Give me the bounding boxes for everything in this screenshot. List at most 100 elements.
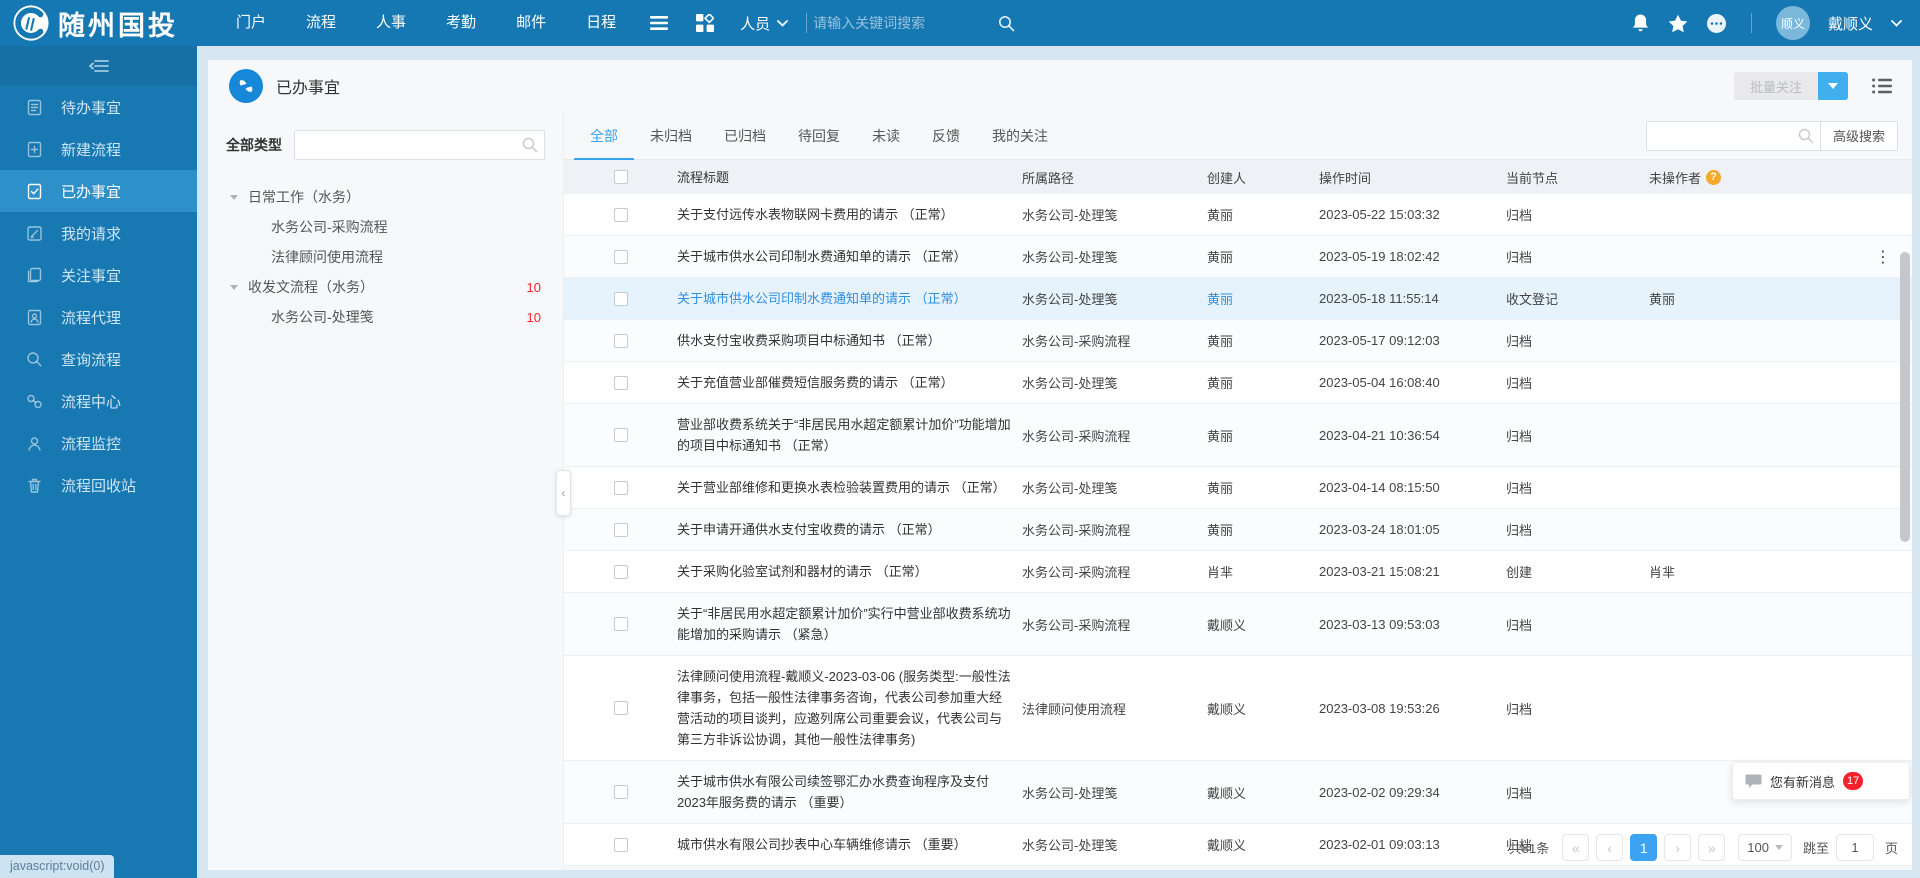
navbar-menu-item-6[interactable]: 日程 — [566, 0, 636, 46]
column-header-node[interactable]: 当前节点 — [1496, 168, 1639, 187]
panel-collapse-handle[interactable]: ‹ — [556, 470, 571, 516]
sidebar-item-流程监控[interactable]: 流程监控 — [0, 422, 197, 464]
cell-flow-title[interactable]: 法律顾问使用流程-戴顺义-2023-03-06 (服务类型:一般性法律事务，包括… — [677, 656, 1012, 760]
row-checkbox[interactable] — [614, 334, 628, 348]
user-avatar[interactable]: 顺义 — [1776, 6, 1810, 40]
notification-bell-icon[interactable] — [1631, 13, 1650, 33]
table-row[interactable]: 关于支付远传水表物联网卡费用的请示 （正常） 水务公司-处理笺 黄丽 2023-… — [564, 194, 1912, 236]
favorites-star-icon[interactable] — [1668, 14, 1688, 33]
sidebar-item-流程回收站[interactable]: 流程回收站 — [0, 464, 197, 506]
cell-creator[interactable]: 黄丽 — [1197, 426, 1309, 445]
status-tab-全部[interactable]: 全部 — [574, 112, 634, 160]
scrollbar-thumb[interactable] — [1900, 252, 1910, 542]
status-tab-我的关注[interactable]: 我的关注 — [976, 112, 1064, 160]
row-checkbox[interactable] — [614, 250, 628, 264]
cell-creator[interactable]: 黄丽 — [1197, 205, 1309, 224]
sidebar-item-待办事宜[interactable]: 待办事宜 — [0, 86, 197, 128]
list-view-icon[interactable] — [1872, 78, 1892, 94]
next-page-button[interactable]: › — [1664, 834, 1691, 861]
first-page-button[interactable]: « — [1562, 834, 1589, 861]
row-checkbox[interactable] — [614, 838, 628, 852]
table-row[interactable]: 关于营业部维修和更换水表检验装置费用的请示 （正常） 水务公司-处理笺 黄丽 2… — [564, 467, 1912, 509]
status-tab-已归档[interactable]: 已归档 — [708, 112, 782, 160]
help-question-icon[interactable]: ? — [1706, 170, 1721, 185]
cell-flow-title[interactable]: 关于采购化验室试剂和器材的请示 （正常） — [677, 551, 1012, 592]
column-header-title[interactable]: 流程标题 — [677, 167, 1012, 188]
tree-item[interactable]: 水务公司-采购流程 — [226, 212, 545, 242]
sidebar-item-流程中心[interactable]: 流程中心 — [0, 380, 197, 422]
row-checkbox[interactable] — [614, 523, 628, 537]
page-size-select[interactable]: 100 — [1738, 834, 1792, 861]
cell-flow-title[interactable]: 关于城市供水公司印制水费通知单的请示 （正常） — [677, 278, 1012, 319]
row-more-actions-icon[interactable]: ⋮ — [1875, 249, 1891, 266]
cell-creator[interactable]: 黄丽 — [1197, 478, 1309, 497]
row-checkbox[interactable] — [614, 292, 628, 306]
table-row[interactable]: 关于“非居民用水超定额累计加价”实行中营业部收费系统功能增加的采购请示 （紧急）… — [564, 593, 1912, 656]
user-name[interactable]: 戴顺义 — [1828, 13, 1873, 34]
cell-creator[interactable]: 肖芈 — [1197, 562, 1309, 581]
prev-page-button[interactable]: ‹ — [1596, 834, 1623, 861]
cell-creator[interactable]: 黄丽 — [1197, 289, 1309, 308]
row-checkbox[interactable] — [614, 701, 628, 715]
cell-flow-title[interactable]: 营业部收费系统关于“非居民用水超定额累计加价”功能增加的项目中标通知书 （正常） — [677, 404, 1012, 466]
row-checkbox[interactable] — [614, 428, 628, 442]
table-row[interactable]: 关于充值营业部催费短信服务费的请示 （正常） 水务公司-处理笺 黄丽 2023-… — [564, 362, 1912, 404]
column-header-operator[interactable]: 未操作者 ? — [1639, 168, 1854, 187]
sidebar-item-新建流程[interactable]: 新建流程 — [0, 128, 197, 170]
current-page-button[interactable]: 1 — [1630, 834, 1657, 861]
column-header-time[interactable]: 操作时间 — [1309, 168, 1496, 187]
cell-flow-title[interactable]: 关于城市供水公司印制水费通知单的请示 （正常） — [677, 236, 1012, 277]
navbar-menu-item-3[interactable]: 人事 — [356, 0, 426, 46]
row-checkbox[interactable] — [614, 617, 628, 631]
sidebar-item-流程代理[interactable]: 流程代理 — [0, 296, 197, 338]
tree-expand-caret-icon[interactable] — [230, 285, 238, 290]
cell-creator[interactable]: 戴顺义 — [1197, 615, 1309, 634]
status-tab-反馈[interactable]: 反馈 — [916, 112, 976, 160]
cell-creator[interactable]: 黄丽 — [1197, 373, 1309, 392]
sidebar-item-我的请求[interactable]: 我的请求 — [0, 212, 197, 254]
cell-flow-title[interactable]: 关于申请开通供水支付宝收费的请示 （正常） — [677, 509, 1012, 550]
cell-flow-title[interactable]: 城市供水有限公司抄表中心车辆维修请示 （重要） — [677, 824, 1012, 865]
row-checkbox[interactable] — [614, 785, 628, 799]
navbar-menu-item-4[interactable]: 考勤 — [426, 0, 496, 46]
table-search-input[interactable] — [1646, 121, 1821, 151]
last-page-button[interactable]: » — [1698, 834, 1725, 861]
status-tab-未归档[interactable]: 未归档 — [634, 112, 708, 160]
table-row[interactable]: 法律顾问使用流程-戴顺义-2023-03-06 (服务类型:一般性法律事务，包括… — [564, 656, 1912, 761]
row-checkbox[interactable] — [614, 481, 628, 495]
hamburger-menu-icon[interactable] — [636, 0, 682, 46]
cell-flow-title[interactable]: 供水支付宝收费采购项目中标通知书 （正常） — [677, 320, 1012, 361]
batch-follow-button[interactable]: 批量关注 — [1734, 72, 1818, 100]
cell-creator[interactable]: 黄丽 — [1197, 520, 1309, 539]
tree-item[interactable]: 收发文流程（水务） 10 — [226, 272, 545, 302]
cell-creator[interactable]: 戴顺义 — [1197, 783, 1309, 802]
navbar-menu-item-5[interactable]: 邮件 — [496, 0, 566, 46]
row-checkbox[interactable] — [614, 376, 628, 390]
cell-flow-title[interactable]: 关于支付远传水表物联网卡费用的请示 （正常） — [677, 194, 1012, 235]
search-icon[interactable] — [998, 15, 1015, 32]
sidebar-item-关注事宜[interactable]: 关注事宜 — [0, 254, 197, 296]
navbar-menu-item-2[interactable]: 流程 — [286, 0, 356, 46]
status-tab-待回复[interactable]: 待回复 — [782, 112, 856, 160]
global-search-input[interactable] — [813, 15, 998, 31]
table-row[interactable]: 营业部收费系统关于“非居民用水超定额累计加价”功能增加的项目中标通知书 （正常）… — [564, 404, 1912, 467]
search-scope-dropdown[interactable]: 人员 — [728, 13, 800, 34]
sidebar-item-已办事宜[interactable]: 已办事宜 — [0, 170, 197, 212]
select-all-checkbox[interactable] — [614, 170, 628, 184]
column-header-creator[interactable]: 创建人 — [1197, 168, 1309, 187]
sidebar-collapse-toggle[interactable] — [0, 46, 197, 86]
status-tab-未读[interactable]: 未读 — [856, 112, 916, 160]
table-row[interactable]: 关于采购化验室试剂和器材的请示 （正常） 水务公司-采购流程 肖芈 2023-0… — [564, 551, 1912, 593]
type-search-input[interactable] — [294, 130, 545, 160]
tree-item[interactable]: 日常工作（水务） — [226, 182, 545, 212]
table-row[interactable]: 供水支付宝收费采购项目中标通知书 （正常） 水务公司-采购流程 黄丽 2023-… — [564, 320, 1912, 362]
cell-flow-title[interactable]: 关于营业部维修和更换水表检验装置费用的请示 （正常） — [677, 467, 1012, 508]
brand[interactable]: 随州国投 — [0, 4, 200, 43]
cell-creator[interactable]: 戴顺义 — [1197, 699, 1309, 718]
row-checkbox[interactable] — [614, 565, 628, 579]
navbar-menu-item-1[interactable]: 门户 — [216, 0, 286, 46]
user-menu-chevron-icon[interactable] — [1891, 20, 1902, 27]
tree-expand-caret-icon[interactable] — [230, 195, 238, 200]
advanced-search-button[interactable]: 高级搜索 — [1821, 121, 1898, 151]
tree-item[interactable]: 法律顾问使用流程 — [226, 242, 545, 272]
